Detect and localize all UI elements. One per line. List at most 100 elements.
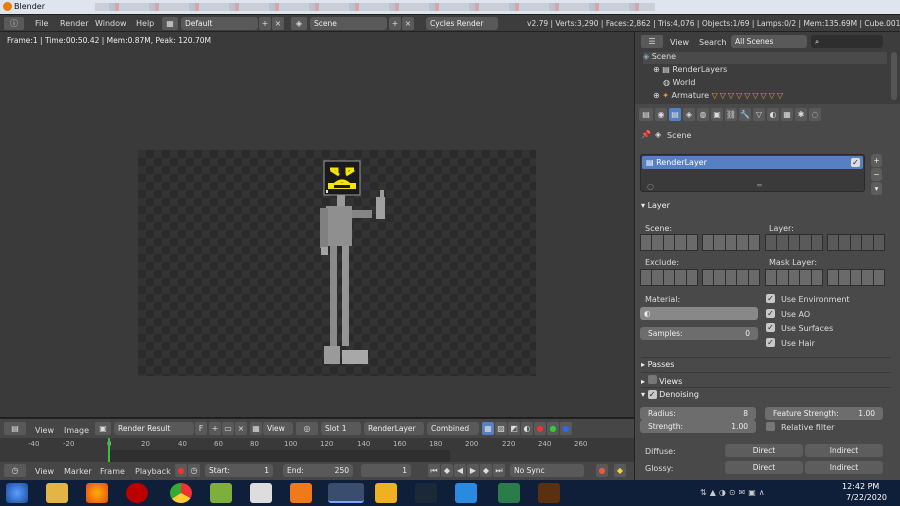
scene-layers-grid-b[interactable]: [702, 234, 760, 251]
render-layer-select[interactable]: RenderLayer: [364, 422, 424, 435]
data-tab-icon[interactable]: ▽: [753, 108, 765, 121]
play-icon[interactable]: ▶: [467, 464, 479, 477]
file-explorer-icon[interactable]: [46, 483, 68, 503]
auto-key-icon[interactable]: ●: [596, 464, 608, 477]
image-browse-icon[interactable]: ▣: [95, 422, 111, 435]
menu-playback[interactable]: Playback: [135, 467, 171, 476]
render-layer-specials-button[interactable]: ▾: [871, 182, 882, 195]
denoising-panel-header[interactable]: ▾ ✓ Denoising: [641, 387, 891, 401]
denoising-checkbox[interactable]: ✓: [647, 390, 657, 399]
fake-user-button[interactable]: F: [195, 422, 207, 435]
layer-panel-header[interactable]: ▾ Layer: [641, 201, 891, 215]
diffuse-direct-toggle[interactable]: Direct: [725, 444, 803, 457]
render-pass-select[interactable]: Combined: [427, 422, 479, 435]
editor-type-timeline-icon[interactable]: ◷: [4, 464, 26, 477]
pin-icon[interactable]: 📌: [641, 130, 651, 139]
image-editor[interactable]: Frame:1 | Time:00:50.42 | Mem:0.87M, Pea…: [0, 32, 634, 417]
app-icon-1[interactable]: [210, 483, 232, 503]
strength-field[interactable]: Strength: 1.00: [640, 420, 756, 433]
camera-icon[interactable]: [455, 483, 477, 503]
remove-scene-icon[interactable]: ×: [402, 17, 414, 30]
keying-set-icon[interactable]: ◆: [614, 464, 626, 477]
prev-key-icon[interactable]: ◆: [441, 464, 453, 477]
glossy-direct-toggle[interactable]: Direct: [725, 461, 803, 474]
list-filter-icon[interactable]: ○: [647, 182, 654, 191]
object-tab-icon[interactable]: ▣: [711, 108, 723, 121]
material-tab-icon[interactable]: ◐: [767, 108, 779, 121]
slot-select[interactable]: Slot 1: [321, 422, 361, 435]
current-frame-field[interactable]: 1: [361, 464, 411, 477]
open-image-icon[interactable]: ▭: [222, 422, 234, 435]
use-hair-checkbox[interactable]: ✓: [766, 338, 775, 347]
editor-type-image-icon[interactable]: ▤: [4, 422, 26, 435]
remove-layout-icon[interactable]: ×: [272, 17, 284, 30]
scene-tab-icon[interactable]: ◈: [683, 108, 695, 121]
image-name-field[interactable]: Render Result: [114, 422, 194, 435]
blender-taskbar-icon[interactable]: [328, 483, 364, 503]
exclude-grid-b[interactable]: [702, 269, 760, 286]
exclude-grid-a[interactable]: [640, 269, 698, 286]
pivot-icon[interactable]: ◎: [296, 422, 318, 435]
unlink-image-icon[interactable]: ×: [235, 422, 247, 435]
views-panel-header[interactable]: ▸ Views: [641, 372, 891, 386]
menu-render[interactable]: Render: [60, 19, 88, 28]
scratch-icon[interactable]: [290, 483, 312, 503]
layer-layers-grid-b[interactable]: [827, 234, 885, 251]
menu-file[interactable]: File: [35, 19, 48, 28]
outliner-filter-select[interactable]: All Scenes: [731, 35, 807, 48]
green-channel-icon[interactable]: ●: [547, 422, 559, 435]
texture-tab-icon[interactable]: ▦: [781, 108, 793, 121]
outliner-row-world[interactable]: ◍ World: [663, 78, 695, 90]
app-icon-4[interactable]: [498, 483, 520, 503]
render-tab-icon[interactable]: ◉: [655, 108, 667, 121]
mask-grid-b[interactable]: [827, 269, 885, 286]
display-icon[interactable]: ▨: [495, 422, 507, 435]
relative-filter-checkbox[interactable]: [766, 422, 775, 431]
scene-field[interactable]: Scene: [310, 17, 387, 30]
view-mode-select[interactable]: View: [263, 422, 293, 435]
radius-field[interactable]: Radius: 8: [640, 407, 756, 420]
scene-icon[interactable]: ◈: [291, 17, 307, 30]
feature-strength-field[interactable]: Feature Strength: 1.00: [765, 407, 883, 420]
render-engine-select[interactable]: Cycles Render: [426, 17, 498, 30]
firefox-icon[interactable]: [86, 483, 108, 503]
menu-marker[interactable]: Marker: [64, 467, 92, 476]
chrome-icon[interactable]: [170, 483, 192, 503]
editor-type-properties-icon[interactable]: ▤: [639, 108, 653, 121]
views-checkbox[interactable]: [647, 375, 657, 384]
editor-type-info-icon[interactable]: ⓘ: [4, 17, 24, 30]
blue-channel-icon[interactable]: ●: [560, 422, 572, 435]
use-environment-checkbox[interactable]: ✓: [766, 294, 775, 303]
renderlayer-tab-icon[interactable]: ▤: [669, 108, 681, 121]
outliner-scrollbar[interactable]: [891, 52, 897, 100]
app-icon-2[interactable]: [250, 483, 272, 503]
steam-icon[interactable]: [415, 483, 437, 503]
menu-frame[interactable]: Frame: [100, 467, 125, 476]
add-layout-icon[interactable]: +: [259, 17, 271, 30]
glossy-indirect-toggle[interactable]: Indirect: [805, 461, 883, 474]
end-frame-field[interactable]: End: 250: [283, 464, 353, 477]
new-image-icon[interactable]: +: [209, 422, 221, 435]
menu-window[interactable]: Window: [95, 19, 127, 28]
outliner-row-armature[interactable]: ⊕ ✦ Armature ▽▽▽▽▽▽▽▽▽: [653, 91, 785, 103]
preview-range-icon[interactable]: ◷: [188, 464, 200, 477]
record-icon[interactable]: ●: [175, 464, 187, 477]
start-frame-field[interactable]: Start: 1: [205, 464, 273, 477]
alpha-display-icon[interactable]: ▦: [482, 422, 494, 435]
menu-view-timeline[interactable]: View: [35, 467, 54, 476]
add-scene-icon[interactable]: +: [389, 17, 401, 30]
jump-start-icon[interactable]: ⏮: [428, 464, 440, 477]
passes-panel-header[interactable]: ▸ Passes: [641, 357, 891, 371]
editor-type-outliner-icon[interactable]: ☰: [641, 35, 663, 48]
menu-image[interactable]: Image: [64, 426, 89, 435]
outliner-view-menu[interactable]: View: [670, 38, 689, 47]
app-icon-3[interactable]: [375, 483, 397, 503]
outliner-search-menu[interactable]: Search: [699, 38, 726, 47]
jump-end-icon[interactable]: ⏭: [493, 464, 505, 477]
outliner-row-scene[interactable]: ◈ Scene: [643, 52, 887, 64]
samples-field[interactable]: Samples: 0: [640, 327, 758, 340]
modifiers-tab-icon[interactable]: 🔧: [739, 108, 751, 121]
use-ao-checkbox[interactable]: ✓: [766, 309, 775, 318]
use-surfaces-checkbox[interactable]: ✓: [766, 323, 775, 332]
list-resize-handle[interactable]: ═: [757, 181, 762, 190]
